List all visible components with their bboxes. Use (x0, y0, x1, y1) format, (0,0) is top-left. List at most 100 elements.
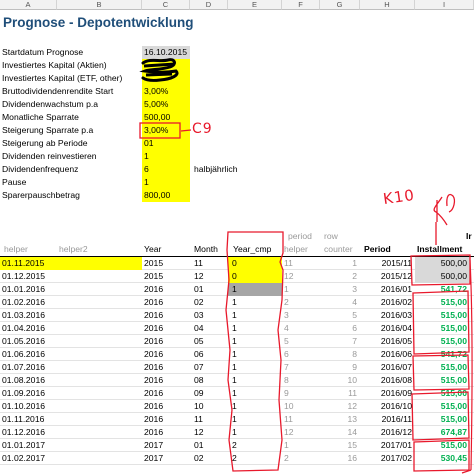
cell-period[interactable]: 2016/03 (360, 309, 415, 322)
cell-installment[interactable]: 530,45 (415, 452, 470, 465)
cell-helper[interactable]: 7 (282, 361, 289, 374)
cell-month[interactable]: 11 (192, 257, 203, 270)
cell-helper[interactable]: 12 (282, 426, 294, 439)
cell-installment[interactable]: 515,00 (415, 296, 470, 309)
cell-year[interactable]: 2017 (142, 439, 163, 452)
cell-helper[interactable]: 1 (282, 283, 289, 296)
cell-year-cmp[interactable]: 0 (228, 257, 282, 270)
cell-year[interactable]: 2016 (142, 413, 163, 426)
cell-year[interactable]: 2016 (142, 387, 163, 400)
cell-installment[interactable]: 500,00 (415, 270, 470, 283)
cell-year[interactable]: 2016 (142, 374, 163, 387)
cell-installment[interactable]: 515,00 (415, 400, 470, 413)
cell-month[interactable]: 09 (192, 387, 204, 400)
cell-year[interactable]: 2016 (142, 283, 163, 296)
cell-period[interactable]: 2016/09 (360, 387, 415, 400)
cell-month[interactable]: 02 (192, 452, 204, 465)
cell-year[interactable]: 2016 (142, 426, 163, 439)
cell-date[interactable]: 01.08.2016 (0, 374, 45, 387)
cell-installment[interactable]: 541,72 (415, 283, 470, 296)
cell-year-cmp[interactable]: 1 (228, 413, 282, 426)
cell-counter[interactable]: 9 (320, 361, 360, 374)
cell-counter[interactable]: 10 (320, 374, 360, 387)
cell-month[interactable]: 07 (192, 361, 204, 374)
cell-year[interactable]: 2017 (142, 452, 163, 465)
cell-period[interactable]: 2016/11 (360, 413, 415, 426)
cell-month[interactable]: 02 (192, 296, 204, 309)
cell-installment[interactable]: 515,00 (415, 387, 470, 400)
cell-date[interactable]: 01.02.2016 (0, 296, 45, 309)
cell-installment[interactable]: 515,00 (415, 361, 470, 374)
cell-period[interactable]: 2016/07 (360, 361, 415, 374)
cell-date[interactable]: 01.10.2016 (0, 400, 45, 413)
cell-counter[interactable]: 13 (320, 413, 360, 426)
cell-period[interactable]: 2016/04 (360, 322, 415, 335)
cell-date[interactable]: 01.11.2015 (0, 257, 142, 270)
cell-helper[interactable]: 2 (282, 296, 289, 309)
cell-date[interactable]: 01.01.2016 (0, 283, 45, 296)
cell-installment[interactable]: 515,00 (415, 309, 470, 322)
cell-counter[interactable]: 2 (320, 270, 360, 283)
cell-month[interactable]: 10 (192, 400, 204, 413)
cell-period[interactable]: 2017/01 (360, 439, 415, 452)
cell-date[interactable]: 01.07.2016 (0, 361, 45, 374)
cell-date[interactable]: 01.11.2016 (0, 413, 44, 426)
cell-counter[interactable]: 11 (320, 387, 360, 400)
cell-helper[interactable]: 10 (282, 400, 294, 413)
cell-year-cmp[interactable]: 1 (228, 387, 282, 400)
cell-date[interactable]: 01.02.2017 (0, 452, 45, 465)
cell-year-cmp[interactable]: 1 (228, 296, 282, 309)
cell-month[interactable]: 05 (192, 335, 204, 348)
cell-year-cmp[interactable]: 1 (228, 348, 282, 361)
cell-date[interactable]: 01.05.2016 (0, 335, 45, 348)
cell-installment[interactable]: 515,00 (415, 439, 470, 452)
cell-period[interactable]: 2016/06 (360, 348, 415, 361)
cell-installment[interactable]: 515,00 (415, 374, 470, 387)
cell-month[interactable]: 11 (192, 413, 203, 426)
cell-month[interactable]: 12 (192, 426, 204, 439)
cell-year[interactable]: 2016 (142, 322, 163, 335)
cell-year-cmp[interactable]: 2 (228, 439, 282, 452)
cell-counter[interactable]: 4 (320, 296, 360, 309)
cell-helper[interactable]: 1 (282, 439, 289, 452)
cell-year[interactable]: 2016 (142, 335, 163, 348)
cell-helper[interactable]: 5 (282, 335, 289, 348)
cell-counter[interactable]: 3 (320, 283, 360, 296)
cell-helper[interactable]: 6 (282, 348, 289, 361)
cell-installment[interactable]: 515,00 (415, 322, 470, 335)
cell-period[interactable]: 2016/12 (360, 426, 415, 439)
cell-helper[interactable]: 11 (282, 413, 293, 426)
cell-helper[interactable]: 3 (282, 309, 289, 322)
cell-installment[interactable]: 515,00 (415, 335, 470, 348)
cell-helper[interactable]: 4 (282, 322, 289, 335)
cell-helper[interactable]: 8 (282, 374, 289, 387)
cell-period[interactable]: 2016/05 (360, 335, 415, 348)
cell-year[interactable]: 2015 (142, 270, 163, 283)
cell-month[interactable]: 04 (192, 322, 204, 335)
cell-period[interactable]: 2016/01 (360, 283, 415, 296)
cell-helper[interactable]: 9 (282, 387, 289, 400)
cell-helper[interactable]: 12 (282, 270, 294, 283)
cell-date[interactable]: 01.01.2017 (0, 439, 45, 452)
cell-year-cmp[interactable]: 1 (228, 400, 282, 413)
cell-counter[interactable]: 15 (320, 439, 360, 452)
cell-date[interactable]: 01.09.2016 (0, 387, 45, 400)
cell-year[interactable]: 2016 (142, 361, 163, 374)
cell-period[interactable]: 2016/08 (360, 374, 415, 387)
cell-year[interactable]: 2016 (142, 309, 163, 322)
cell-period[interactable]: 2016/10 (360, 400, 415, 413)
cell-year-cmp[interactable]: 1 (228, 309, 282, 322)
cell-month[interactable]: 06 (192, 348, 204, 361)
cell-helper[interactable]: 2 (282, 452, 289, 465)
cell-year-cmp[interactable]: 1 (228, 335, 282, 348)
cell-date[interactable]: 01.03.2016 (0, 309, 45, 322)
cell-year-cmp[interactable]: 1 (228, 374, 282, 387)
cell-year-cmp[interactable]: 1 (228, 361, 282, 374)
cell-year-cmp[interactable]: 1 (228, 426, 282, 439)
cell-period[interactable]: 2016/02 (360, 296, 415, 309)
cell-year[interactable]: 2015 (142, 257, 163, 270)
cell-installment[interactable]: 541,72 (415, 348, 470, 361)
cell-year[interactable]: 2016 (142, 348, 163, 361)
cell-month[interactable]: 03 (192, 309, 204, 322)
cell-year-cmp[interactable]: 0 (228, 270, 282, 283)
